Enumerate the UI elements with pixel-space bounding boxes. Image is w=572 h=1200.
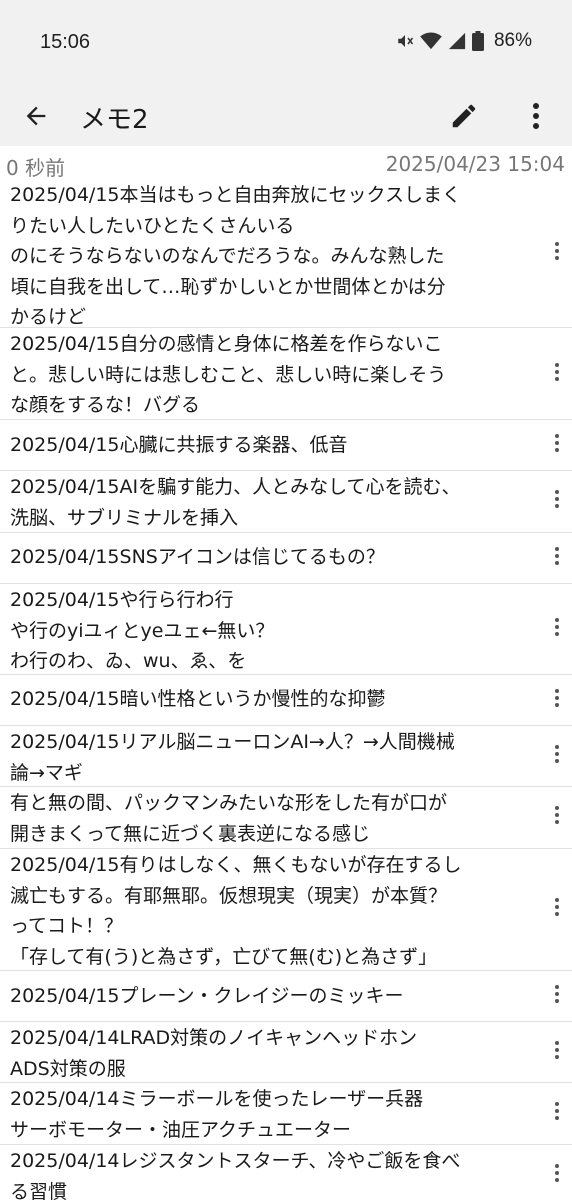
wifi-icon — [420, 32, 442, 50]
memo-list: 2025/04/15本当はもっと自由奔放にセックスしまく りたい人したいひとたく… — [0, 180, 572, 1200]
list-item-text: 2025/04/14LRAD対策のノイキャンヘッドホン ADS対策の服 — [10, 1027, 418, 1080]
list-item[interactable]: 2025/04/14レジスタントスターチ、冷やご飯を食べ る習慣 — [0, 1145, 572, 1200]
app-bar: メモ2 — [0, 86, 572, 146]
item-menu-icon[interactable] — [550, 803, 564, 831]
more-vert-icon — [533, 103, 539, 129]
list-item-text: 2025/04/15SNSアイコンは信じてるもの？ — [10, 546, 385, 568]
list-item-text: 2025/04/15暗い性格というか慢性的な抑鬱 — [10, 688, 386, 710]
list-item[interactable]: 2025/04/15有りはしなく、無くもないが存在するし 滅亡もする。有耶無耶。… — [0, 849, 572, 971]
list-item[interactable]: 2025/04/15や行ら行わ行 や行のyiユィとyeユェ←無い？ わ行のわ、ゐ… — [0, 584, 572, 675]
list-item[interactable]: 2025/04/15リアル脳ニューロンAI→人？→人間機械 論→マギ — [0, 726, 572, 787]
signal-icon — [448, 32, 466, 50]
item-menu-icon[interactable] — [550, 615, 564, 643]
list-item[interactable]: 2025/04/15自分の感情と身体に格差を作らないこ と。悲しい時には悲しむこ… — [0, 328, 572, 420]
item-menu-icon[interactable] — [550, 1099, 564, 1127]
item-menu-icon[interactable] — [550, 742, 564, 770]
item-menu-icon[interactable] — [550, 487, 564, 515]
list-item[interactable]: 2025/04/15AIを騙す能力、人とみなして心を読む、 洗脳、サブリミナルを… — [0, 471, 572, 533]
list-item[interactable]: 2025/04/14LRAD対策のノイキャンヘッドホン ADS対策の服 — [0, 1022, 572, 1083]
list-item-text: 2025/04/15有りはしなく、無くもないが存在するし 滅亡もする。有耶無耶。… — [10, 854, 462, 968]
list-item-text: 2025/04/15心臓に共振する楽器、低音 — [10, 434, 348, 456]
list-item-text: 2025/04/15自分の感情と身体に格差を作らないこ と。悲しい時には悲しむこ… — [10, 333, 447, 416]
item-menu-icon[interactable] — [550, 431, 564, 459]
battery-percent: 86% — [493, 30, 532, 51]
status-icons: 86% — [396, 30, 532, 52]
elapsed-time: 0 秒前 — [6, 156, 66, 180]
status-bar: 15:06 86% — [0, 0, 572, 86]
battery-icon — [471, 31, 484, 51]
list-item-text: 2025/04/15や行ら行わ行 や行のyiユィとyeユェ←無い？ わ行のわ、ゐ… — [10, 589, 275, 672]
status-time: 15:06 — [40, 31, 91, 53]
list-item-text: 2025/04/15プレーン・クレイジーのミッキー — [10, 985, 404, 1007]
item-menu-icon[interactable] — [550, 982, 564, 1010]
list-item-text: 有と無の間、パックマンみたいな形をした有が口が 開きまくって無に近づく裏表逆にな… — [10, 792, 448, 845]
list-item-text: 2025/04/15リアル脳ニューロンAI→人？→人間機械 論→マギ — [10, 731, 455, 784]
list-item[interactable]: 2025/04/15心臓に共振する楽器、低音 — [0, 420, 572, 471]
list-item-text: 2025/04/14レジスタントスターチ、冷やご飯を食べ る習慣 — [10, 1150, 461, 1200]
pencil-icon — [452, 104, 476, 128]
list-item[interactable]: 2025/04/15本当はもっと自由奔放にセックスしまく りたい人したいひとたく… — [0, 180, 572, 328]
list-item[interactable]: 2025/04/15SNSアイコンは信じてるもの？ — [0, 533, 572, 584]
item-menu-icon[interactable] — [550, 686, 564, 714]
mute-icon — [398, 35, 414, 47]
back-button[interactable] — [18, 98, 54, 134]
list-item[interactable]: 有と無の間、パックマンみたいな形をした有が口が 開きまくって無に近づく裏表逆にな… — [0, 787, 572, 849]
item-menu-icon[interactable] — [550, 239, 564, 267]
overflow-menu-button[interactable] — [520, 98, 552, 134]
list-item-text: 2025/04/14ミラーボールを使ったレーザー兵器 サーボモーター・油圧アクチ… — [10, 1088, 424, 1141]
memo-meta: 0 秒前 2025/04/23 15:04 — [0, 146, 572, 180]
item-menu-icon[interactable] — [550, 1161, 564, 1189]
list-item-text: 2025/04/15本当はもっと自由奔放にセックスしまく りたい人したいひとたく… — [10, 184, 461, 328]
item-menu-icon[interactable] — [550, 544, 564, 572]
arrow-back-icon — [26, 106, 46, 126]
item-menu-icon[interactable] — [550, 360, 564, 388]
updated-timestamp: 2025/04/23 15:04 — [385, 152, 565, 176]
list-item[interactable]: 2025/04/15暗い性格というか慢性的な抑鬱 — [0, 675, 572, 726]
edit-button[interactable] — [446, 98, 482, 134]
page-title: メモ2 — [80, 105, 149, 135]
list-item[interactable]: 2025/04/14ミラーボールを使ったレーザー兵器 サーボモーター・油圧アクチ… — [0, 1083, 572, 1145]
list-item[interactable]: 2025/04/15プレーン・クレイジーのミッキー — [0, 971, 572, 1022]
list-item-text: 2025/04/15AIを騙す能力、人とみなして心を読む、 洗脳、サブリミナルを… — [10, 476, 461, 529]
item-menu-icon[interactable] — [550, 895, 564, 923]
item-menu-icon[interactable] — [550, 1038, 564, 1066]
